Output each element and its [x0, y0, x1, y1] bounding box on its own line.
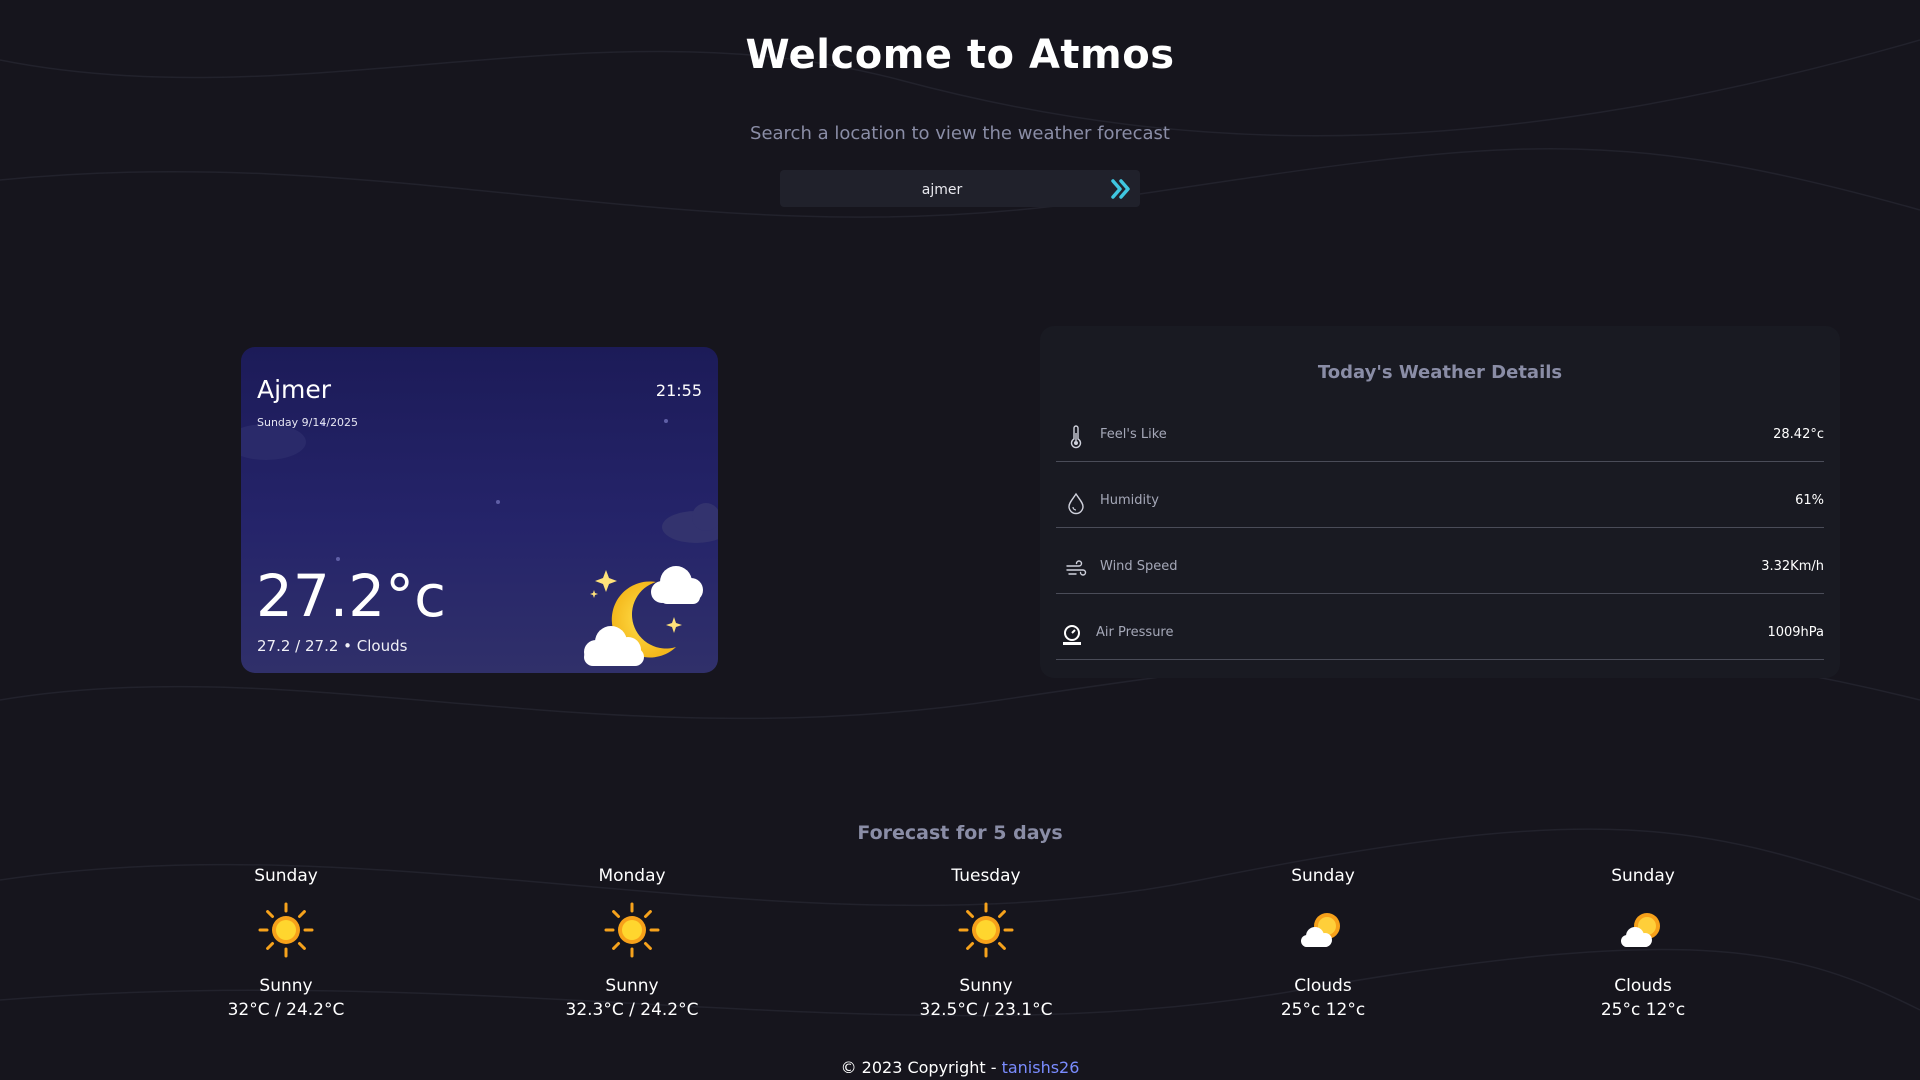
- forecast-day: Sunday Clouds 25°c 12°c: [1543, 866, 1743, 1020]
- detail-row-feels-like: Feel's Like 28.42°c: [1056, 411, 1824, 462]
- detail-row-humidity: Humidity 61%: [1056, 477, 1824, 528]
- moon-cloud-icon: [584, 566, 703, 666]
- weather-details-panel: Today's Weather Details Feel's Like 28.4…: [1040, 326, 1840, 678]
- forecast-condition: Sunny: [959, 976, 1013, 996]
- sun-icon: [604, 902, 660, 958]
- current-temperature: 27.2°c: [256, 562, 447, 630]
- detail-label: Feel's Like: [1100, 427, 1167, 442]
- current-weather-card: Ajmer 21:55 Sunday 9/14/2025 27.2°c 27.2…: [241, 347, 718, 673]
- forecast-condition: Sunny: [605, 976, 659, 996]
- forecast-condition: Clouds: [1294, 976, 1352, 996]
- forecast-day: Monday Sunny 32.3°C / 24.2°C: [532, 866, 732, 1020]
- search-input[interactable]: [790, 170, 1094, 209]
- forecast-day: Sunday Clouds 25°c 12°c: [1223, 866, 1423, 1020]
- forecast-day: Tuesday Sunny 32.5°C / 23.1°C: [886, 866, 1086, 1020]
- background-cloud: [662, 503, 718, 543]
- forecast-temp-range: 32.3°C / 24.2°C: [565, 1000, 699, 1020]
- droplet-icon: [1068, 492, 1084, 515]
- sun-cloud-icon: [1621, 913, 1660, 947]
- forecast-day: Sunday Sunny 32°C / 24.2°C: [186, 866, 386, 1020]
- detail-row-air-pressure: Air Pressure 1009hPa: [1056, 609, 1824, 660]
- current-date: Sunday 9/14/2025: [257, 416, 359, 429]
- page-subtitle: Search a location to view the weather fo…: [750, 123, 1170, 144]
- detail-value: 1009hPa: [1767, 625, 1824, 640]
- sun-icon: [958, 902, 1014, 958]
- detail-value: 3.32Km/h: [1761, 559, 1824, 574]
- detail-row-wind-speed: Wind Speed 3.32Km/h: [1056, 543, 1824, 594]
- temperature-summary: 27.2 / 27.2 • Clouds: [257, 637, 408, 655]
- forecast-temp-range: 25°c 12°c: [1280, 1000, 1366, 1020]
- forecast-condition: Clouds: [1614, 976, 1672, 996]
- forecast-condition: Sunny: [259, 976, 313, 996]
- wind-icon: [1066, 560, 1087, 576]
- forecast-day-name: Monday: [598, 866, 666, 886]
- pressure-gauge-icon: [1063, 625, 1081, 645]
- author-link[interactable]: tanishs26: [1002, 1058, 1080, 1077]
- sun-cloud-icon: [1301, 913, 1340, 947]
- detail-value: 28.42°c: [1773, 427, 1824, 442]
- detail-label: Humidity: [1100, 493, 1159, 508]
- detail-label: Air Pressure: [1096, 625, 1174, 640]
- forecast-day-name: Sunday: [1611, 866, 1675, 886]
- detail-label: Wind Speed: [1100, 559, 1178, 574]
- forecast-temp-range: 32°C / 24.2°C: [227, 1000, 345, 1020]
- forecast-day-name: Sunday: [254, 866, 318, 886]
- sun-icon: [258, 902, 314, 958]
- details-title: Today's Weather Details: [1317, 362, 1563, 383]
- forecast-day-name: Sunday: [1291, 866, 1355, 886]
- detail-value: 61%: [1795, 493, 1824, 508]
- forecast-temp-range: 32.5°C / 23.1°C: [919, 1000, 1053, 1020]
- page-title: Welcome to Atmos: [745, 32, 1175, 78]
- city-name: Ajmer: [257, 375, 332, 404]
- forecast-day-name: Tuesday: [951, 866, 1021, 886]
- local-time: 21:55: [655, 381, 702, 400]
- double-chevron-right-icon[interactable]: [1106, 174, 1136, 204]
- forecast-temp-range: 25°c 12°c: [1600, 1000, 1686, 1020]
- footer: © 2023 Copyright - tanishs26: [0, 1058, 1920, 1077]
- thermometer-icon: [1070, 425, 1082, 449]
- copyright-text: © 2023 Copyright -: [840, 1058, 1002, 1077]
- forecast-title: Forecast for 5 days: [857, 822, 1063, 844]
- search-bar: [780, 170, 1140, 209]
